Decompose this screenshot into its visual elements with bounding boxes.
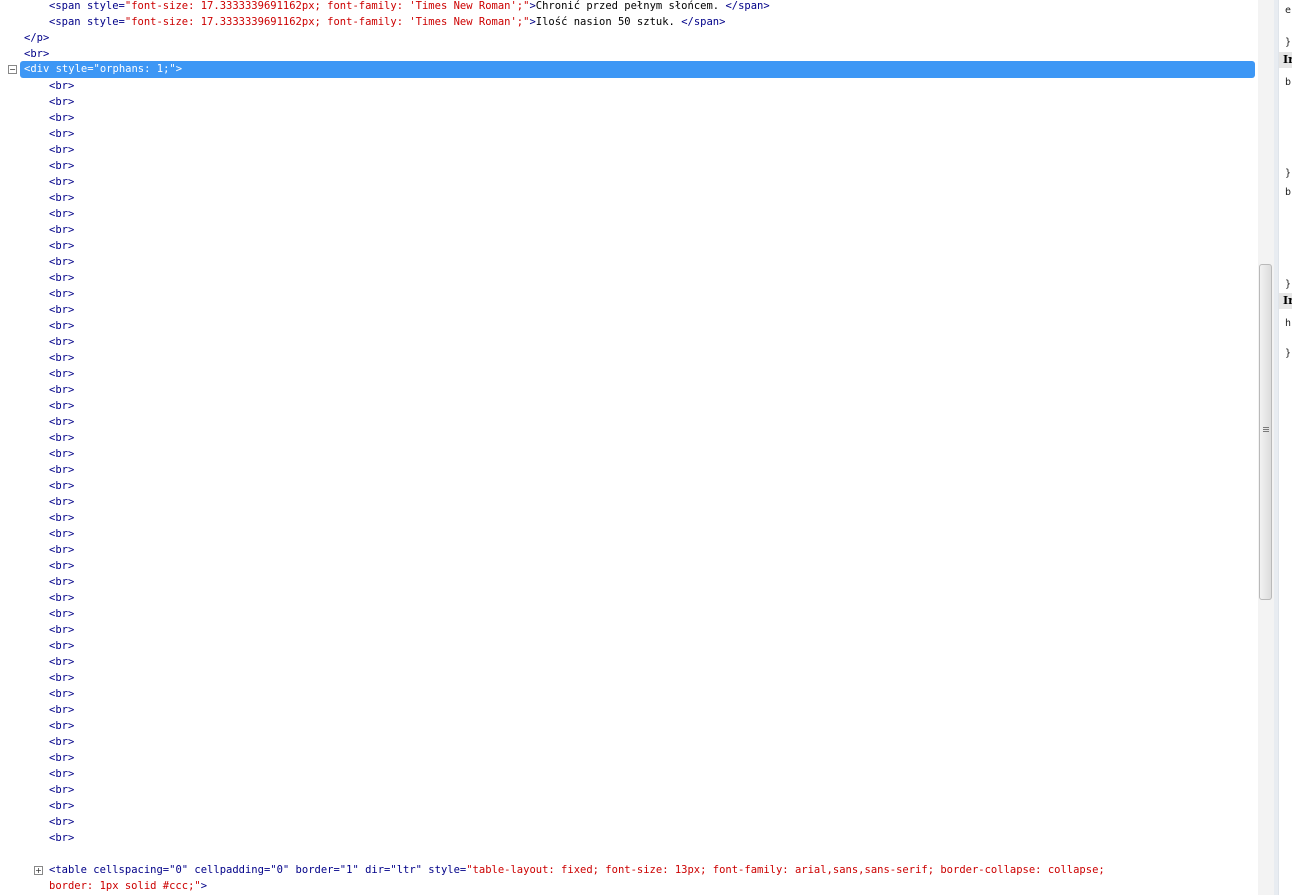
tree-node-child-br[interactable]: <br> — [49, 782, 74, 798]
tree-node-child-br[interactable]: <br> — [49, 382, 74, 398]
style-line: b — [1285, 77, 1292, 88]
tree-node-child-br[interactable]: <br> — [49, 590, 74, 606]
tree-node-child-br[interactable]: <br> — [49, 286, 74, 302]
style-panel: e } Ir b } b } Ir h } — [1278, 0, 1292, 895]
html-tree-panel: <span style="font-size: 17.3333339691162… — [0, 0, 1258, 895]
tree-node-child-br[interactable]: <br> — [49, 190, 74, 206]
tree-node-child-br[interactable]: <br> — [49, 78, 74, 94]
tree-node-child-br[interactable]: <br> — [49, 798, 74, 814]
vertical-scrollbar[interactable] — [1258, 0, 1274, 895]
tree-node-child-br[interactable]: <br> — [49, 94, 74, 110]
tree-node-child-br[interactable]: <br> — [49, 446, 74, 462]
attr-name: style= — [86, 0, 125, 12]
attr-value: "font-size: 17.3333339691162px; font-fam… — [124, 16, 530, 28]
style-line: } — [1285, 279, 1292, 290]
tree-node-child-br[interactable]: <br> — [49, 206, 74, 222]
tree-node-child-br[interactable]: <br> — [49, 542, 74, 558]
tree-node-child-br[interactable]: <br> — [49, 702, 74, 718]
node-text: Ilość nasion 50 sztuk. — [535, 16, 682, 28]
style-line: } — [1285, 348, 1292, 359]
attr-name: style= — [86, 16, 125, 28]
tree-node-br[interactable]: <br> — [24, 46, 49, 62]
tree-node-child-br[interactable]: <br> — [49, 302, 74, 318]
tree-node-child-br[interactable]: <br> — [49, 558, 74, 574]
tree-node-child-br[interactable]: <br> — [49, 654, 74, 670]
attr-value: "table-layout: fixed; font-size: 13px; f… — [466, 864, 1105, 876]
tree-node-child-br[interactable]: <br> — [49, 734, 74, 750]
tree-node-child-br[interactable]: <br> — [49, 750, 74, 766]
grip-icon — [1263, 427, 1269, 428]
tree-node-child-br[interactable]: <br> — [49, 462, 74, 478]
style-section-header: Ir — [1279, 52, 1292, 68]
expand-toggle-icon[interactable]: + — [34, 866, 43, 875]
tree-node-child-br[interactable]: <br> — [49, 766, 74, 782]
tree-node-child-br[interactable]: <br> — [49, 238, 74, 254]
tree-node-child-br[interactable]: <br> — [49, 622, 74, 638]
tag-open: <table — [49, 864, 87, 876]
tree-node-child-br[interactable]: <br> — [49, 366, 74, 382]
tree-node-child-br[interactable]: <br> — [49, 222, 74, 238]
tree-node-child-br[interactable]: <br> — [49, 318, 74, 334]
tree-node-child-br[interactable]: <br> — [49, 718, 74, 734]
tree-node-child-br[interactable]: <br> — [49, 350, 74, 366]
tree-node-child-br[interactable]: <br> — [49, 334, 74, 350]
style-section-header: Ir — [1279, 293, 1292, 309]
tree-node-child-br[interactable]: <br> — [49, 270, 74, 286]
attr-value: "font-size: 17.3333339691162px; font-fam… — [124, 0, 530, 12]
style-line: b — [1285, 187, 1292, 198]
tree-node-child-br[interactable]: <br> — [49, 398, 74, 414]
tree-node-div-selected[interactable]: <div style="orphans: 1;"> — [20, 61, 1255, 78]
tree-node-child-br[interactable]: <br> — [49, 478, 74, 494]
tree-node-span-1[interactable]: <span style="font-size: 17.3333339691162… — [49, 0, 770, 14]
tree-node-child-br[interactable]: <br> — [49, 686, 74, 702]
tree-node-child-br[interactable]: <br> — [49, 638, 74, 654]
attr-value: border: 1px solid #ccc;" — [49, 880, 201, 892]
scrollbar-thumb[interactable] — [1259, 264, 1272, 600]
tree-node-child-br[interactable]: <br> — [49, 430, 74, 446]
tree-node-child-br[interactable]: <br> — [49, 526, 74, 542]
tree-node-p-close[interactable]: </p> — [24, 30, 49, 46]
node-text: Chronić przed pełnym słońcem. — [535, 0, 726, 12]
tree-node-child-br[interactable]: <br> — [49, 494, 74, 510]
tag-end: </span> — [681, 16, 726, 28]
tree-node-child-br[interactable]: <br> — [49, 670, 74, 686]
style-line: e — [1285, 5, 1292, 16]
tree-node-child-br[interactable]: <br> — [49, 126, 74, 142]
tag-close: > — [200, 880, 208, 892]
style-line: } — [1285, 37, 1292, 48]
attr-list: cellspacing="0" cellpadding="0" border="… — [86, 864, 467, 876]
tree-node-table[interactable]: <table cellspacing="0" cellpadding="0" b… — [49, 862, 1105, 878]
style-line: h — [1285, 318, 1292, 329]
tree-node-child-br[interactable]: <br> — [49, 142, 74, 158]
tree-node-child-br[interactable]: <br> — [49, 414, 74, 430]
tree-node-child-br[interactable]: <br> — [49, 510, 74, 526]
tag-open: <span — [49, 16, 81, 28]
tag-open: <span — [49, 0, 81, 12]
collapse-toggle-icon[interactable]: − — [8, 65, 17, 74]
tree-node-child-br[interactable]: <br> — [49, 814, 74, 830]
tree-node-child-br[interactable]: <br> — [49, 574, 74, 590]
tag-end: </span> — [725, 0, 770, 12]
tree-node-child-br[interactable]: <br> — [49, 174, 74, 190]
tree-node-child-br[interactable]: <br> — [49, 158, 74, 174]
tree-node-span-2[interactable]: <span style="font-size: 17.3333339691162… — [49, 14, 725, 30]
style-line: } — [1285, 168, 1292, 179]
tree-node-child-br[interactable]: <br> — [49, 830, 74, 846]
tree-node-child-br[interactable]: <br> — [49, 254, 74, 270]
tree-node-child-br[interactable]: <br> — [49, 110, 74, 126]
tree-node-child-br[interactable]: <br> — [49, 606, 74, 622]
tree-node-table-cont: border: 1px solid #ccc;"> — [49, 878, 207, 894]
